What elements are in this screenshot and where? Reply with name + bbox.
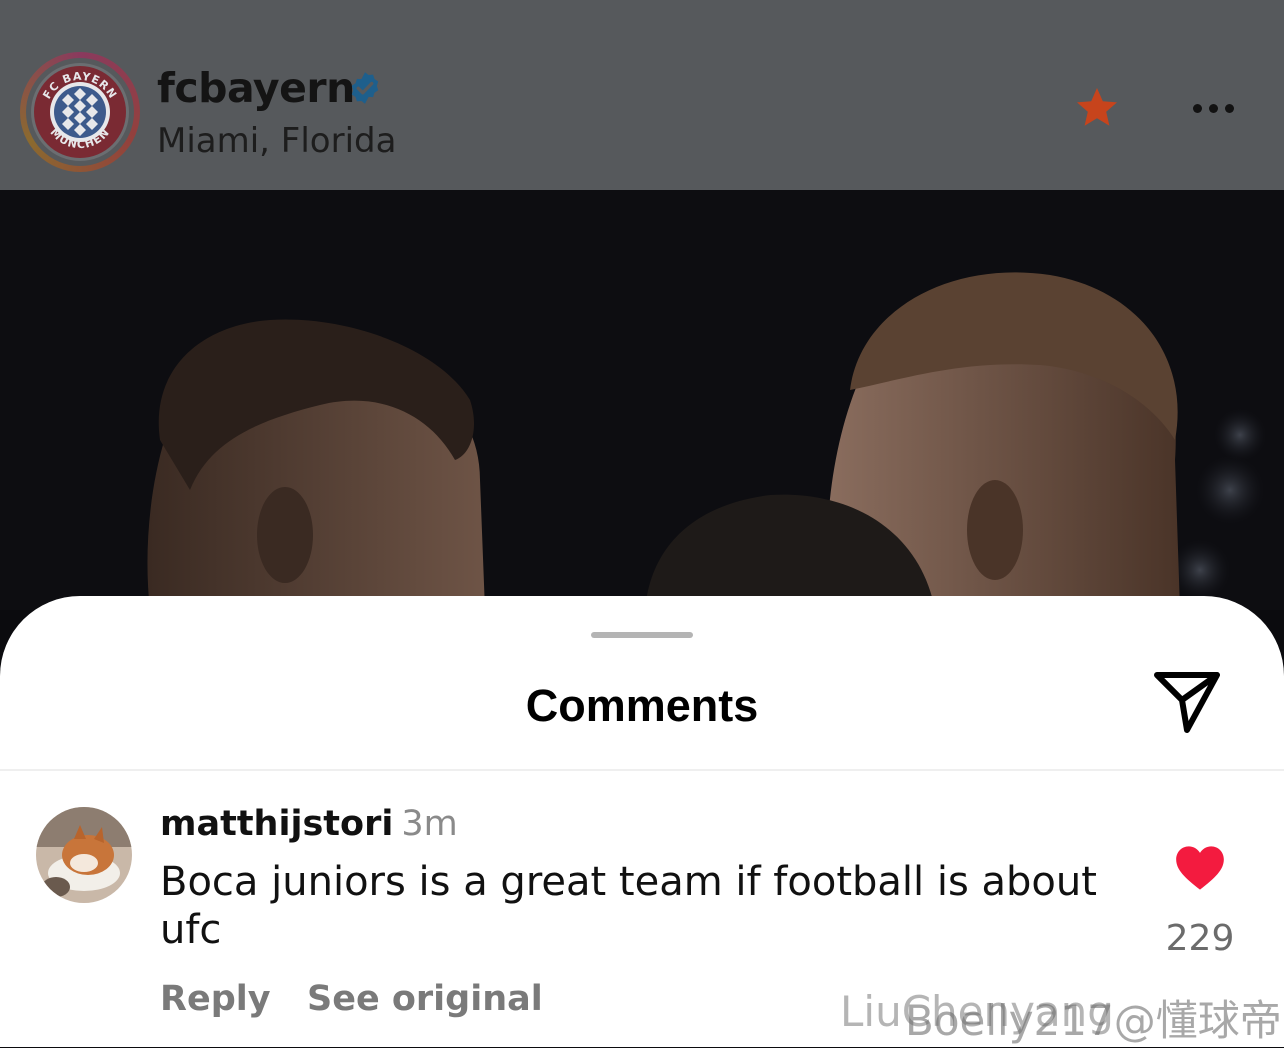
sheet-divider xyxy=(0,769,1284,771)
like-count: 229 xyxy=(1165,918,1235,959)
reply-button[interactable]: Reply xyxy=(160,979,271,1019)
photo-image xyxy=(0,190,1284,610)
comment-text: Boca juniors is a great team if football… xyxy=(160,859,1097,953)
see-original-button[interactable]: See original xyxy=(307,979,543,1019)
heart-icon[interactable] xyxy=(1174,844,1226,892)
more-options-icon[interactable] xyxy=(1193,100,1241,118)
comments-sheet: Comments matthijstori 3m Boca juniors is … xyxy=(0,596,1284,1047)
sheet-drag-handle[interactable] xyxy=(591,632,693,638)
send-icon[interactable] xyxy=(1152,670,1222,736)
verified-badge-icon xyxy=(351,72,379,104)
post-header: FC BAYERN MÜNCHEN fcbayern Miami, Florid… xyxy=(0,0,1284,190)
post-photo[interactable] xyxy=(0,190,1284,610)
profile-avatar[interactable]: FC BAYERN MÜNCHEN xyxy=(20,52,140,172)
post-username[interactable]: fcbayern xyxy=(157,64,355,112)
watermark-text: Boelly217@懂球帝 xyxy=(905,996,1282,1045)
comment-header: matthijstori 3m xyxy=(160,804,458,844)
star-icon[interactable] xyxy=(1073,84,1121,132)
commenter-avatar[interactable] xyxy=(36,807,132,903)
fc-bayern-logo-icon: FC BAYERN MÜNCHEN xyxy=(31,63,129,161)
comment-timestamp: 3m xyxy=(401,804,458,844)
comments-title: Comments xyxy=(525,680,759,731)
post-location[interactable]: Miami, Florida xyxy=(157,121,396,161)
comment-username[interactable]: matthijstori xyxy=(160,804,393,844)
